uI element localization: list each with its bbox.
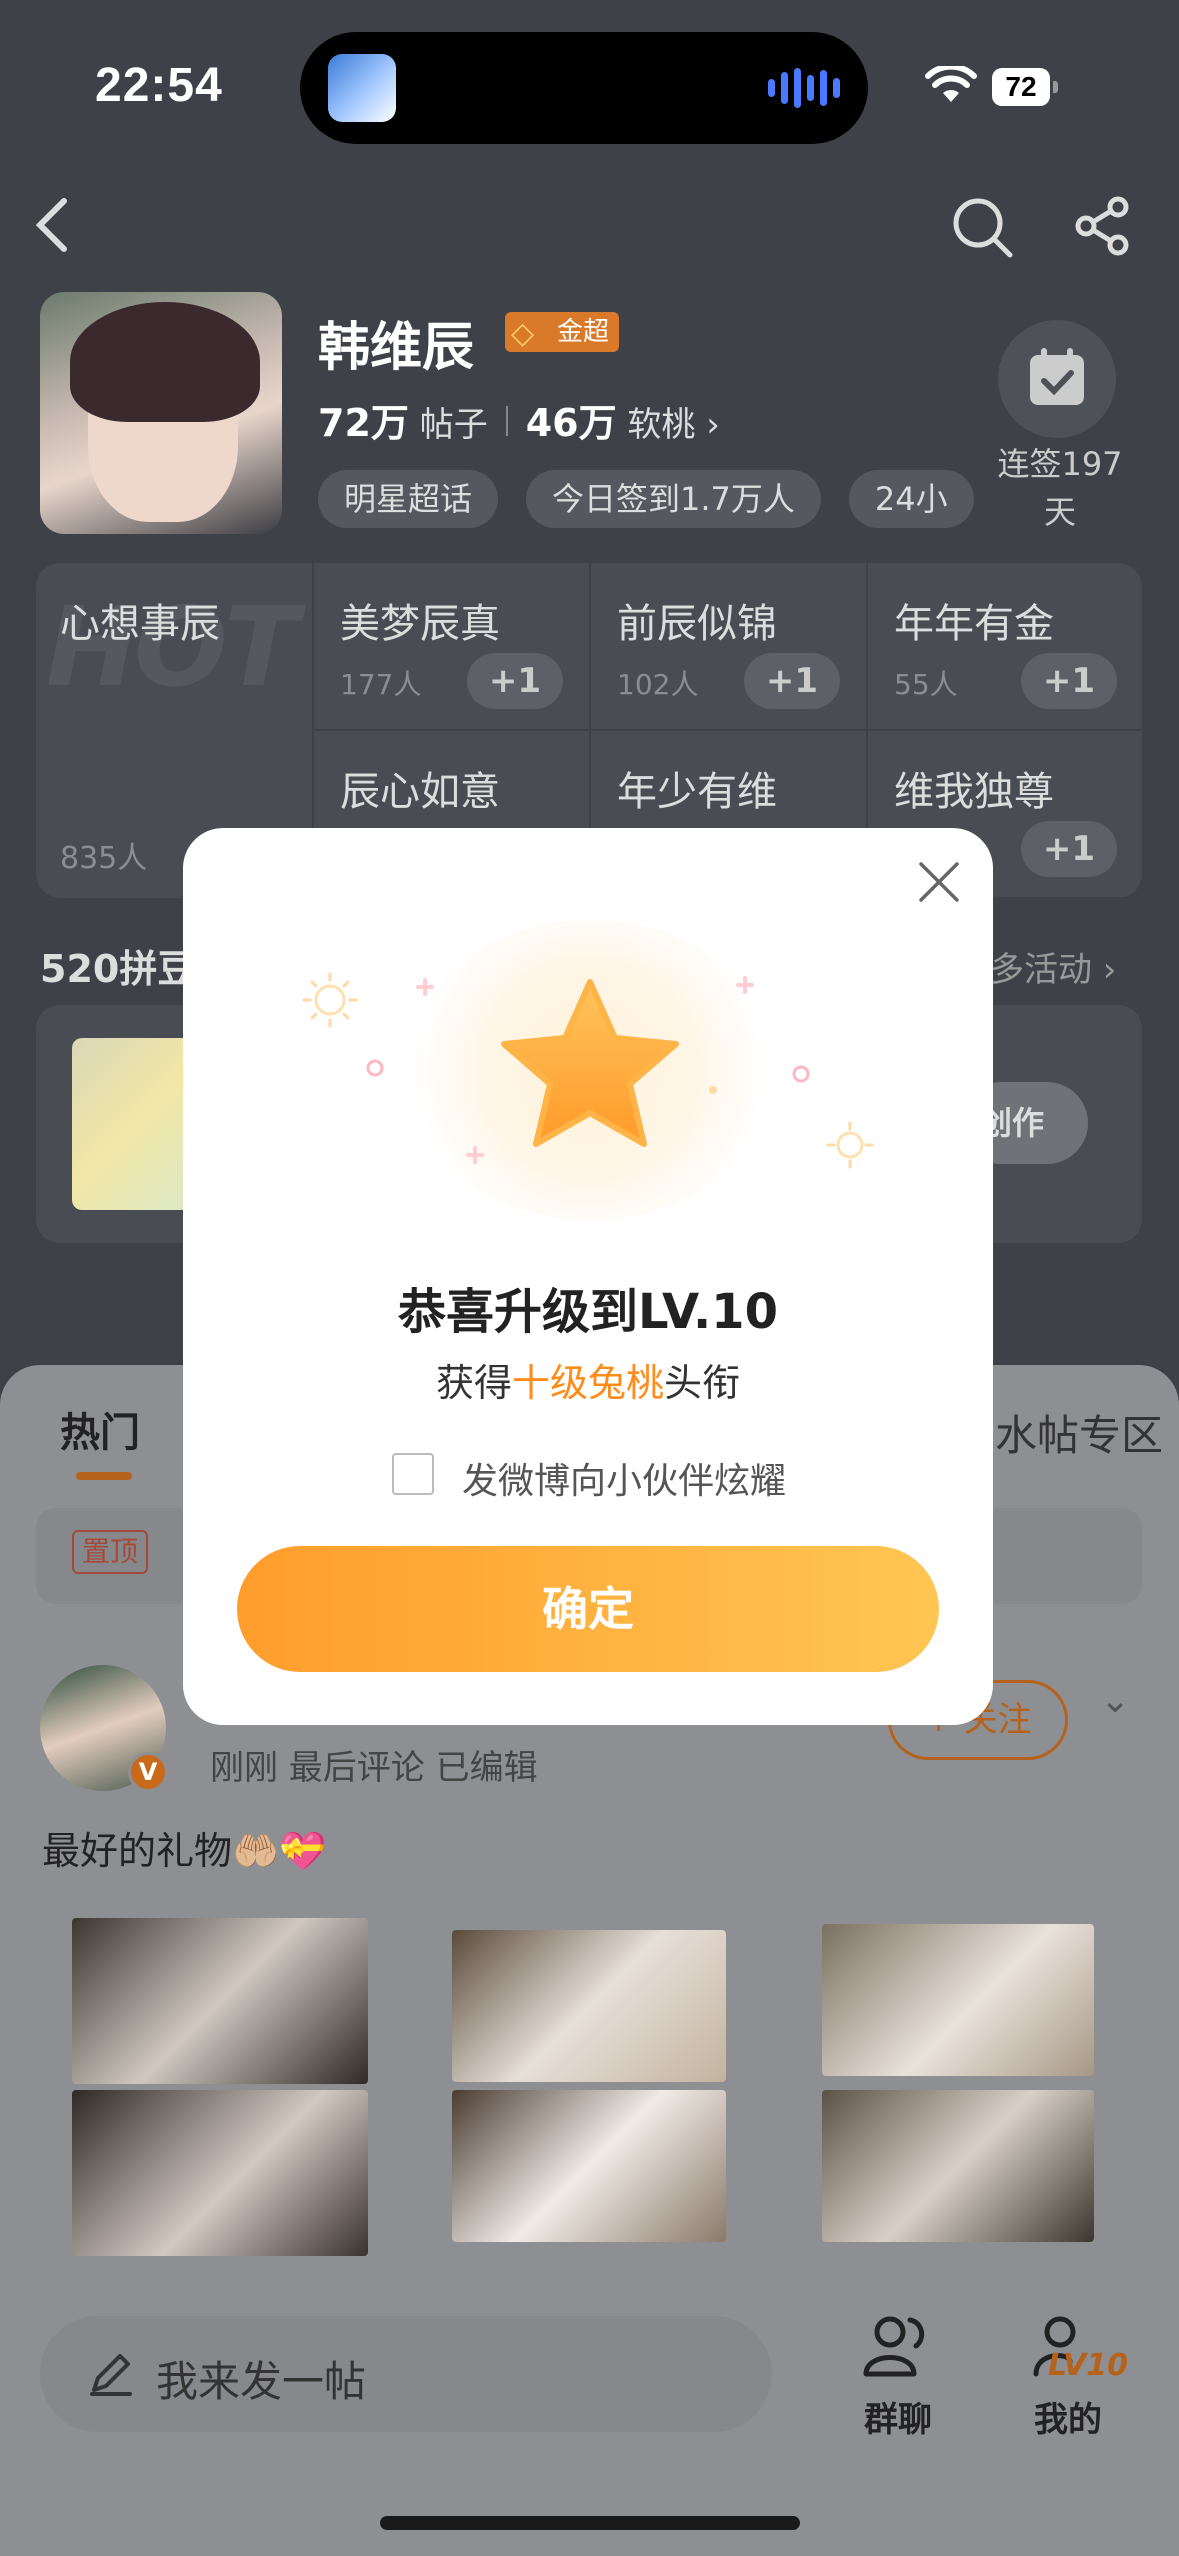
wish-big-title: 心想事辰 bbox=[60, 601, 220, 647]
more-activities-link[interactable]: 多活动 › bbox=[990, 942, 1116, 991]
post-photo[interactable] bbox=[452, 2090, 726, 2242]
group-chat-icon bbox=[863, 2316, 925, 2377]
post-caption: 最好的礼物🤲🏼💝 bbox=[42, 1829, 327, 1873]
chevron-down-icon[interactable]: ⌄ bbox=[1100, 1680, 1130, 1721]
tab-water-posts[interactable]: 水帖专区 bbox=[995, 1402, 1163, 1463]
diamond-icon: ◇ bbox=[511, 316, 535, 351]
star-icon bbox=[501, 979, 679, 1147]
status-time: 22:54 bbox=[95, 59, 223, 112]
active-tab-indicator bbox=[76, 1472, 132, 1480]
wish-big-count: 835人 bbox=[60, 841, 148, 876]
activity-image[interactable] bbox=[72, 1038, 192, 1210]
chip-checkin-today[interactable]: 今日签到1.7万人 bbox=[526, 470, 821, 528]
wifi-icon bbox=[925, 66, 977, 102]
confirm-button[interactable]: 确定 bbox=[237, 1546, 939, 1672]
topic-chips: 明星超话 今日签到1.7万人 24小 bbox=[318, 470, 974, 528]
back-arrow-icon[interactable] bbox=[30, 195, 74, 255]
search-icon[interactable] bbox=[950, 195, 1016, 261]
post-photo[interactable] bbox=[822, 2090, 1094, 2242]
peach-stat[interactable]: 46万 软桃 › bbox=[526, 392, 720, 447]
share-icon[interactable] bbox=[1072, 195, 1134, 257]
post-photo[interactable] bbox=[72, 2090, 368, 2256]
home-indicator[interactable] bbox=[380, 2516, 800, 2530]
topic-name: 韩维辰 bbox=[318, 318, 475, 378]
share-weibo-label[interactable]: 发微博向小伙伴炫耀 bbox=[462, 1452, 786, 1504]
gold-super-badge[interactable]: ◇ 金超 bbox=[505, 312, 620, 352]
checkin-streak: 连签197天 bbox=[997, 445, 1123, 531]
close-icon[interactable] bbox=[915, 858, 963, 906]
post-meta: 刚刚 最后评论 已编辑 bbox=[210, 1748, 538, 1788]
checkin-button[interactable] bbox=[998, 320, 1116, 438]
dialog-title: 恭喜升级到LV.10 bbox=[398, 1284, 778, 1340]
tab-hot[interactable]: 热门 bbox=[60, 1400, 140, 1458]
dynamic-island[interactable] bbox=[300, 32, 868, 144]
wish-cell[interactable]: 美梦辰真 177人 +1 bbox=[312, 563, 589, 731]
battery-indicator: 72 bbox=[992, 68, 1058, 106]
nav-group-chat[interactable]: 群聊 bbox=[858, 2310, 938, 2441]
post-photo[interactable] bbox=[822, 1924, 1094, 2076]
verified-badge-icon: V bbox=[128, 1752, 168, 1792]
compose-placeholder: 我来发一帖 bbox=[156, 2357, 367, 2406]
topic-avatar[interactable] bbox=[40, 292, 282, 534]
pencil-icon bbox=[90, 2354, 132, 2396]
share-weibo-checkbox[interactable] bbox=[392, 1453, 434, 1495]
plus-one-button[interactable]: +1 bbox=[1021, 653, 1117, 709]
chip-24h[interactable]: 24小 bbox=[848, 470, 974, 528]
topic-stats: 72万 帖子 46万 软桃 › bbox=[318, 392, 720, 447]
plus-one-button[interactable]: +1 bbox=[744, 653, 840, 709]
post-photo[interactable] bbox=[452, 1930, 726, 2082]
wish-cell[interactable]: 前辰似锦 102人 +1 bbox=[589, 563, 866, 731]
activity-title: 520拼豆 bbox=[40, 947, 196, 991]
compose-post-bar[interactable] bbox=[40, 2316, 772, 2432]
pinned-tag: 置顶 bbox=[72, 1530, 149, 1574]
chip-star-topic[interactable]: 明星超话 bbox=[318, 470, 499, 528]
title-highlight: 十级兔桃 bbox=[511, 1361, 664, 1405]
dialog-subtitle: 获得十级兔桃头衔 bbox=[435, 1361, 741, 1405]
audio-wave-icon bbox=[768, 68, 840, 108]
wish-cell[interactable]: 年年有金 55人 +1 bbox=[866, 563, 1142, 731]
now-playing-artwork bbox=[328, 54, 396, 122]
plus-one-button[interactable]: +1 bbox=[1021, 821, 1117, 877]
calendar-check-icon bbox=[1030, 348, 1084, 405]
post-photo[interactable] bbox=[72, 1918, 368, 2084]
level-badge: LV10 bbox=[1048, 2348, 1128, 2383]
plus-one-button[interactable]: +1 bbox=[467, 653, 563, 709]
